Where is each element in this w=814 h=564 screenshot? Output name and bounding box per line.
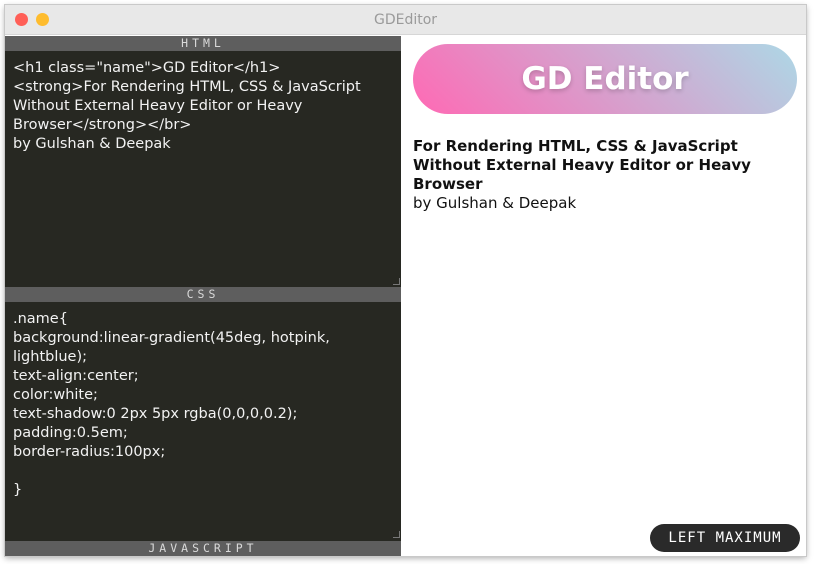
- css-editor[interactable]: .name{ background:linear-gradient(45deg,…: [5, 302, 401, 540]
- css-pane-header: CSS: [5, 287, 401, 302]
- preview-panel: GD Editor For Rendering HTML, CSS & Java…: [401, 36, 806, 556]
- app-window: GDEditor HTML <h1 class="name">GD Editor…: [5, 5, 806, 556]
- css-editor-resize-handle[interactable]: [393, 531, 400, 538]
- html-editor[interactable]: <h1 class="name">GD Editor</h1> <strong>…: [5, 51, 401, 287]
- html-editor-resize-handle[interactable]: [393, 278, 400, 285]
- left-maximum-button[interactable]: LEFT MAXIMUM: [650, 524, 800, 552]
- window-title: GDEditor: [373, 12, 438, 28]
- preview-heading: GD Editor: [413, 44, 797, 114]
- preview-subtitle: For Rendering HTML, CSS & JavaScript Wit…: [413, 137, 751, 193]
- editor-panel: HTML <h1 class="name">GD Editor</h1> <st…: [5, 36, 401, 556]
- preview-byline: by Gulshan & Deepak: [413, 194, 577, 212]
- title-bar: GDEditor: [5, 5, 806, 35]
- javascript-pane-header: JAVASCRIPT: [5, 541, 401, 556]
- html-pane-header: HTML: [5, 36, 401, 51]
